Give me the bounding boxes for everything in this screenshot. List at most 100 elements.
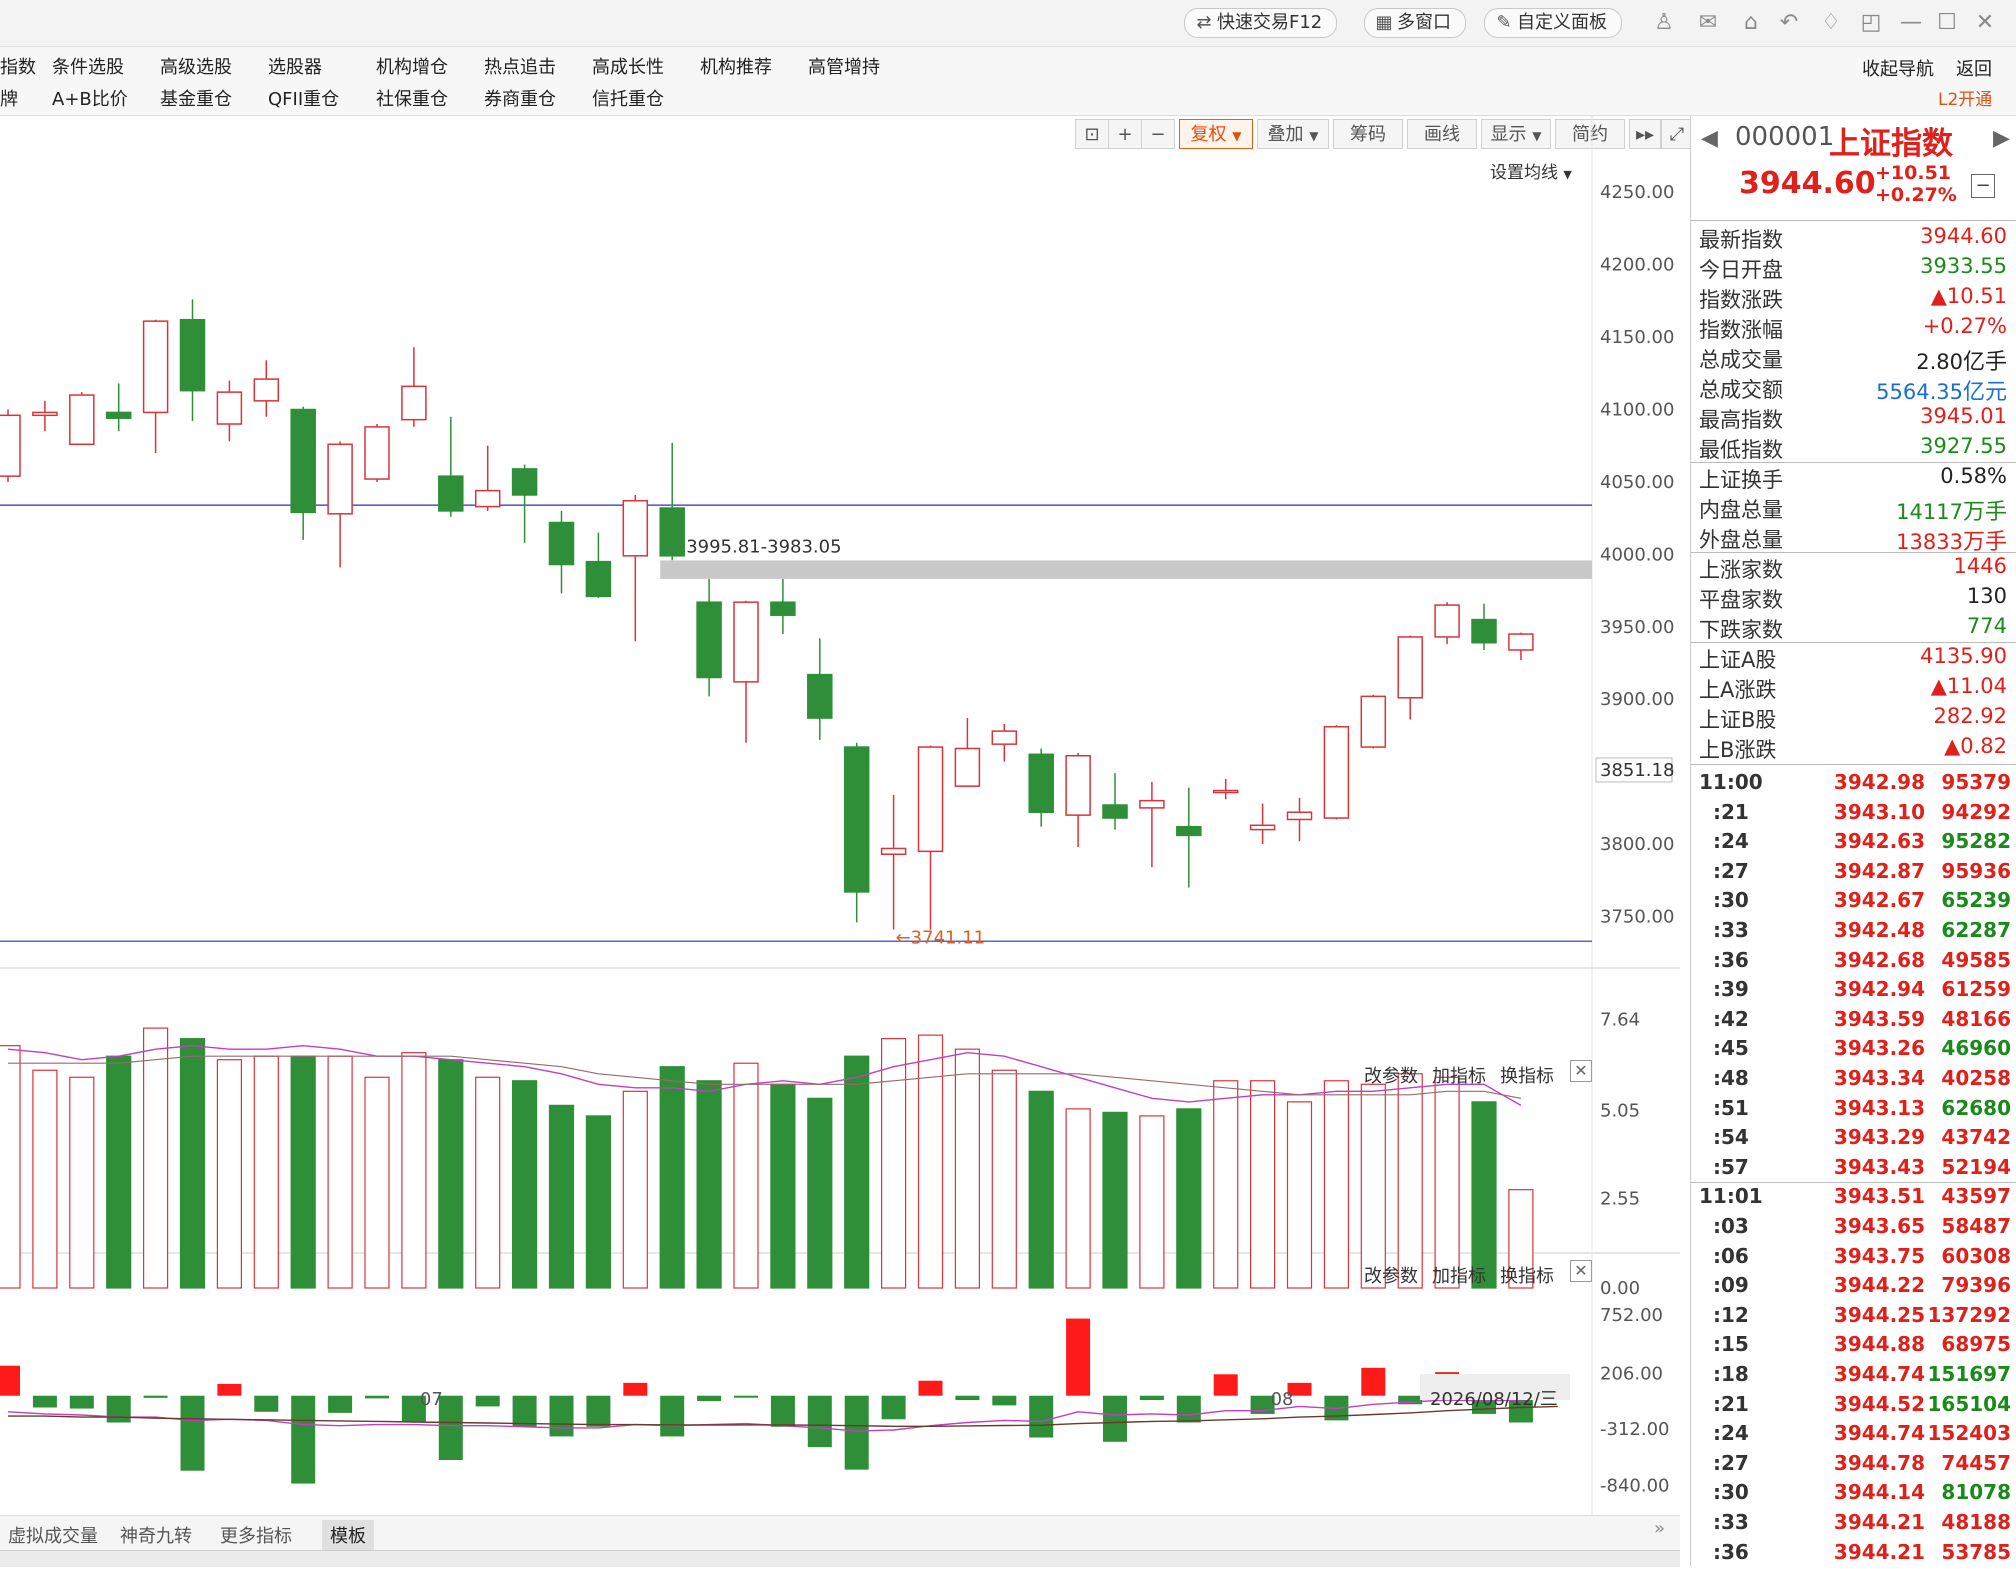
- restore-layout-icon[interactable]: ◰: [1858, 10, 1884, 36]
- mail-icon[interactable]: ✉: [1695, 10, 1721, 36]
- menu-item[interactable]: 券商重仓: [484, 85, 556, 111]
- macd-add-indicator[interactable]: 加指标: [1432, 1262, 1486, 1288]
- menu-item[interactable]: 高级选股: [160, 53, 232, 79]
- menu-item[interactable]: 高管增持: [808, 53, 880, 79]
- tick-volume: 52194: [1941, 1154, 2011, 1179]
- indicator-tab[interactable]: 更多指标: [212, 1520, 300, 1550]
- x-axis-label: 07: [420, 1389, 443, 1410]
- tick-price: 3942.48: [1833, 918, 1925, 942]
- macd-switch-indicator[interactable]: 换指标: [1500, 1262, 1554, 1288]
- home-icon[interactable]: ⌂: [1738, 10, 1764, 36]
- quick-trade-button[interactable]: ⇄ 快速交易F12: [1184, 8, 1338, 38]
- horizontal-scrollbar[interactable]: [0, 1550, 1680, 1567]
- y-tick-label: 3750.00: [1600, 907, 1674, 928]
- prev-arrow-icon[interactable]: ◀: [1701, 126, 1718, 151]
- current-date-label: 2026/08/12/三: [1430, 1389, 1558, 1410]
- menu-item[interactable]: 机构增仓: [376, 53, 448, 79]
- quote-stat-row: 上A涨跌 ▲11.04: [1699, 674, 2007, 704]
- volume-add-indicator[interactable]: 加指标: [1432, 1062, 1486, 1088]
- tick-price: 3943.75: [1833, 1243, 1925, 1268]
- price-change-pct: +0.27%: [1875, 184, 1957, 206]
- multi-window-button[interactable]: ▦ 多窗口: [1364, 8, 1466, 38]
- menu-item[interactable]: 高成长性: [592, 53, 664, 79]
- back-link[interactable]: 返回: [1956, 55, 1992, 81]
- menu-item[interactable]: 热点追击: [484, 53, 556, 79]
- volume-bar: [1434, 1076, 1460, 1289]
- tick-volume: 62680: [1941, 1095, 2011, 1120]
- collapse-nav-link[interactable]: 收起导航: [1862, 55, 1934, 81]
- current-price-label: 3851.18: [1600, 760, 1674, 781]
- edit-panel-icon: ✎: [1496, 12, 1512, 33]
- tick-row: :06 3943.75 60308: [1699, 1244, 2011, 1273]
- volume-bar: [401, 1052, 427, 1289]
- menu-item[interactable]: QFII重仓: [268, 85, 339, 111]
- next-arrow-icon[interactable]: ▶: [1993, 126, 2010, 151]
- menu-item[interactable]: 选股器: [268, 53, 322, 79]
- maximize-icon[interactable]: ☐: [1934, 10, 1960, 36]
- tick-time: :15: [1713, 1332, 1749, 1357]
- volume-modify-params[interactable]: 改参数: [1364, 1062, 1418, 1088]
- l2-open-link[interactable]: L2开通: [1938, 85, 1992, 110]
- candle-body: [474, 489, 501, 508]
- quote-stat-number: +0.27%: [1922, 314, 2007, 338]
- macd-bar: [918, 1380, 943, 1396]
- candle-body: [1065, 754, 1091, 816]
- close-icon[interactable]: ✕: [1570, 1260, 1592, 1282]
- tick-row: :03 3943.65 58487: [1699, 1214, 2011, 1243]
- volume-y-tick: 5.05: [1600, 1101, 1640, 1122]
- candle-body: [548, 521, 575, 566]
- skin-icon[interactable]: ♢: [1818, 10, 1844, 36]
- menu-item[interactable]: 基金重仓: [160, 85, 232, 111]
- double-chevron-right-icon[interactable]: »: [1654, 1518, 1665, 1539]
- chart-canvas[interactable]: 4250.00 4200.00 4150.00 4100.00 4050.00 4000.…: [0, 116, 1680, 1516]
- close-icon[interactable]: ✕: [1570, 1060, 1592, 1082]
- tick-volume: 40258: [1941, 1066, 2011, 1090]
- tick-price: 3944.21: [1833, 1510, 1925, 1534]
- tick-row: :18 3944.74 151697: [1699, 1362, 2011, 1391]
- quote-stat-number: ▲11.04: [1930, 674, 2007, 698]
- custom-panel-button[interactable]: ✎ 自定义面板: [1484, 8, 1622, 38]
- menu-item[interactable]: 信托重仓: [592, 85, 664, 111]
- tick-price: 3944.88: [1833, 1332, 1925, 1357]
- menu-item[interactable]: 机构推荐: [700, 53, 772, 79]
- undo-icon[interactable]: ↶: [1776, 10, 1802, 36]
- menu-item[interactable]: 指数: [0, 53, 36, 79]
- menu-item[interactable]: 社保重仓: [376, 85, 448, 111]
- tick-row: :57 3943.43 52194: [1699, 1155, 2011, 1184]
- indicator-tab[interactable]: 虚拟成交量: [0, 1520, 106, 1550]
- tick-volume: 61259: [1941, 977, 2011, 1002]
- macd-bar: [32, 1395, 57, 1408]
- quote-stat-row: 总成交量 2.80亿手: [1699, 344, 2007, 375]
- y-tick-label: 3900.00: [1600, 689, 1674, 710]
- quote-stat-number: 1446: [1953, 554, 2007, 578]
- macd-bar: [180, 1395, 205, 1471]
- menu-item[interactable]: A+B比价: [52, 85, 128, 111]
- menu-item[interactable]: 牌: [0, 85, 18, 111]
- tick-volume: 95936: [1941, 858, 2011, 883]
- custom-panel-label: 自定义面板: [1517, 12, 1607, 33]
- y-tick-label: 4050.00: [1600, 472, 1674, 493]
- collapse-icon[interactable]: −: [1971, 174, 1995, 198]
- indicator-tab[interactable]: 模板: [322, 1520, 374, 1550]
- volume-bar: [991, 1069, 1017, 1289]
- candle-body: [659, 507, 685, 557]
- indicator-tab[interactable]: 神奇九转: [112, 1520, 200, 1550]
- volume-switch-indicator[interactable]: 换指标: [1500, 1062, 1554, 1088]
- close-icon[interactable]: ✕: [1972, 10, 1998, 36]
- tick-time: :24: [1713, 1421, 1749, 1446]
- quote-stat-value: 1446: [1954, 554, 2007, 578]
- macd-bar: [623, 1382, 648, 1396]
- volume-bar: [770, 1083, 796, 1289]
- volume-bar: [69, 1076, 95, 1289]
- tick-price: 3943.29: [1833, 1125, 1925, 1150]
- quote-stat-label: 总成交额: [1699, 378, 1783, 402]
- volume-bar: [954, 1048, 981, 1289]
- menu-item[interactable]: 条件选股: [52, 53, 124, 79]
- candle-body: [954, 747, 981, 787]
- user-icon[interactable]: ♙: [1651, 10, 1677, 36]
- minimize-icon[interactable]: —: [1898, 10, 1924, 36]
- macd-modify-params[interactable]: 改参数: [1364, 1262, 1418, 1288]
- macd-bar: [143, 1395, 168, 1398]
- tick-price: 3942.94: [1833, 977, 1925, 1002]
- tick-volume: 152403: [1927, 1421, 2012, 1446]
